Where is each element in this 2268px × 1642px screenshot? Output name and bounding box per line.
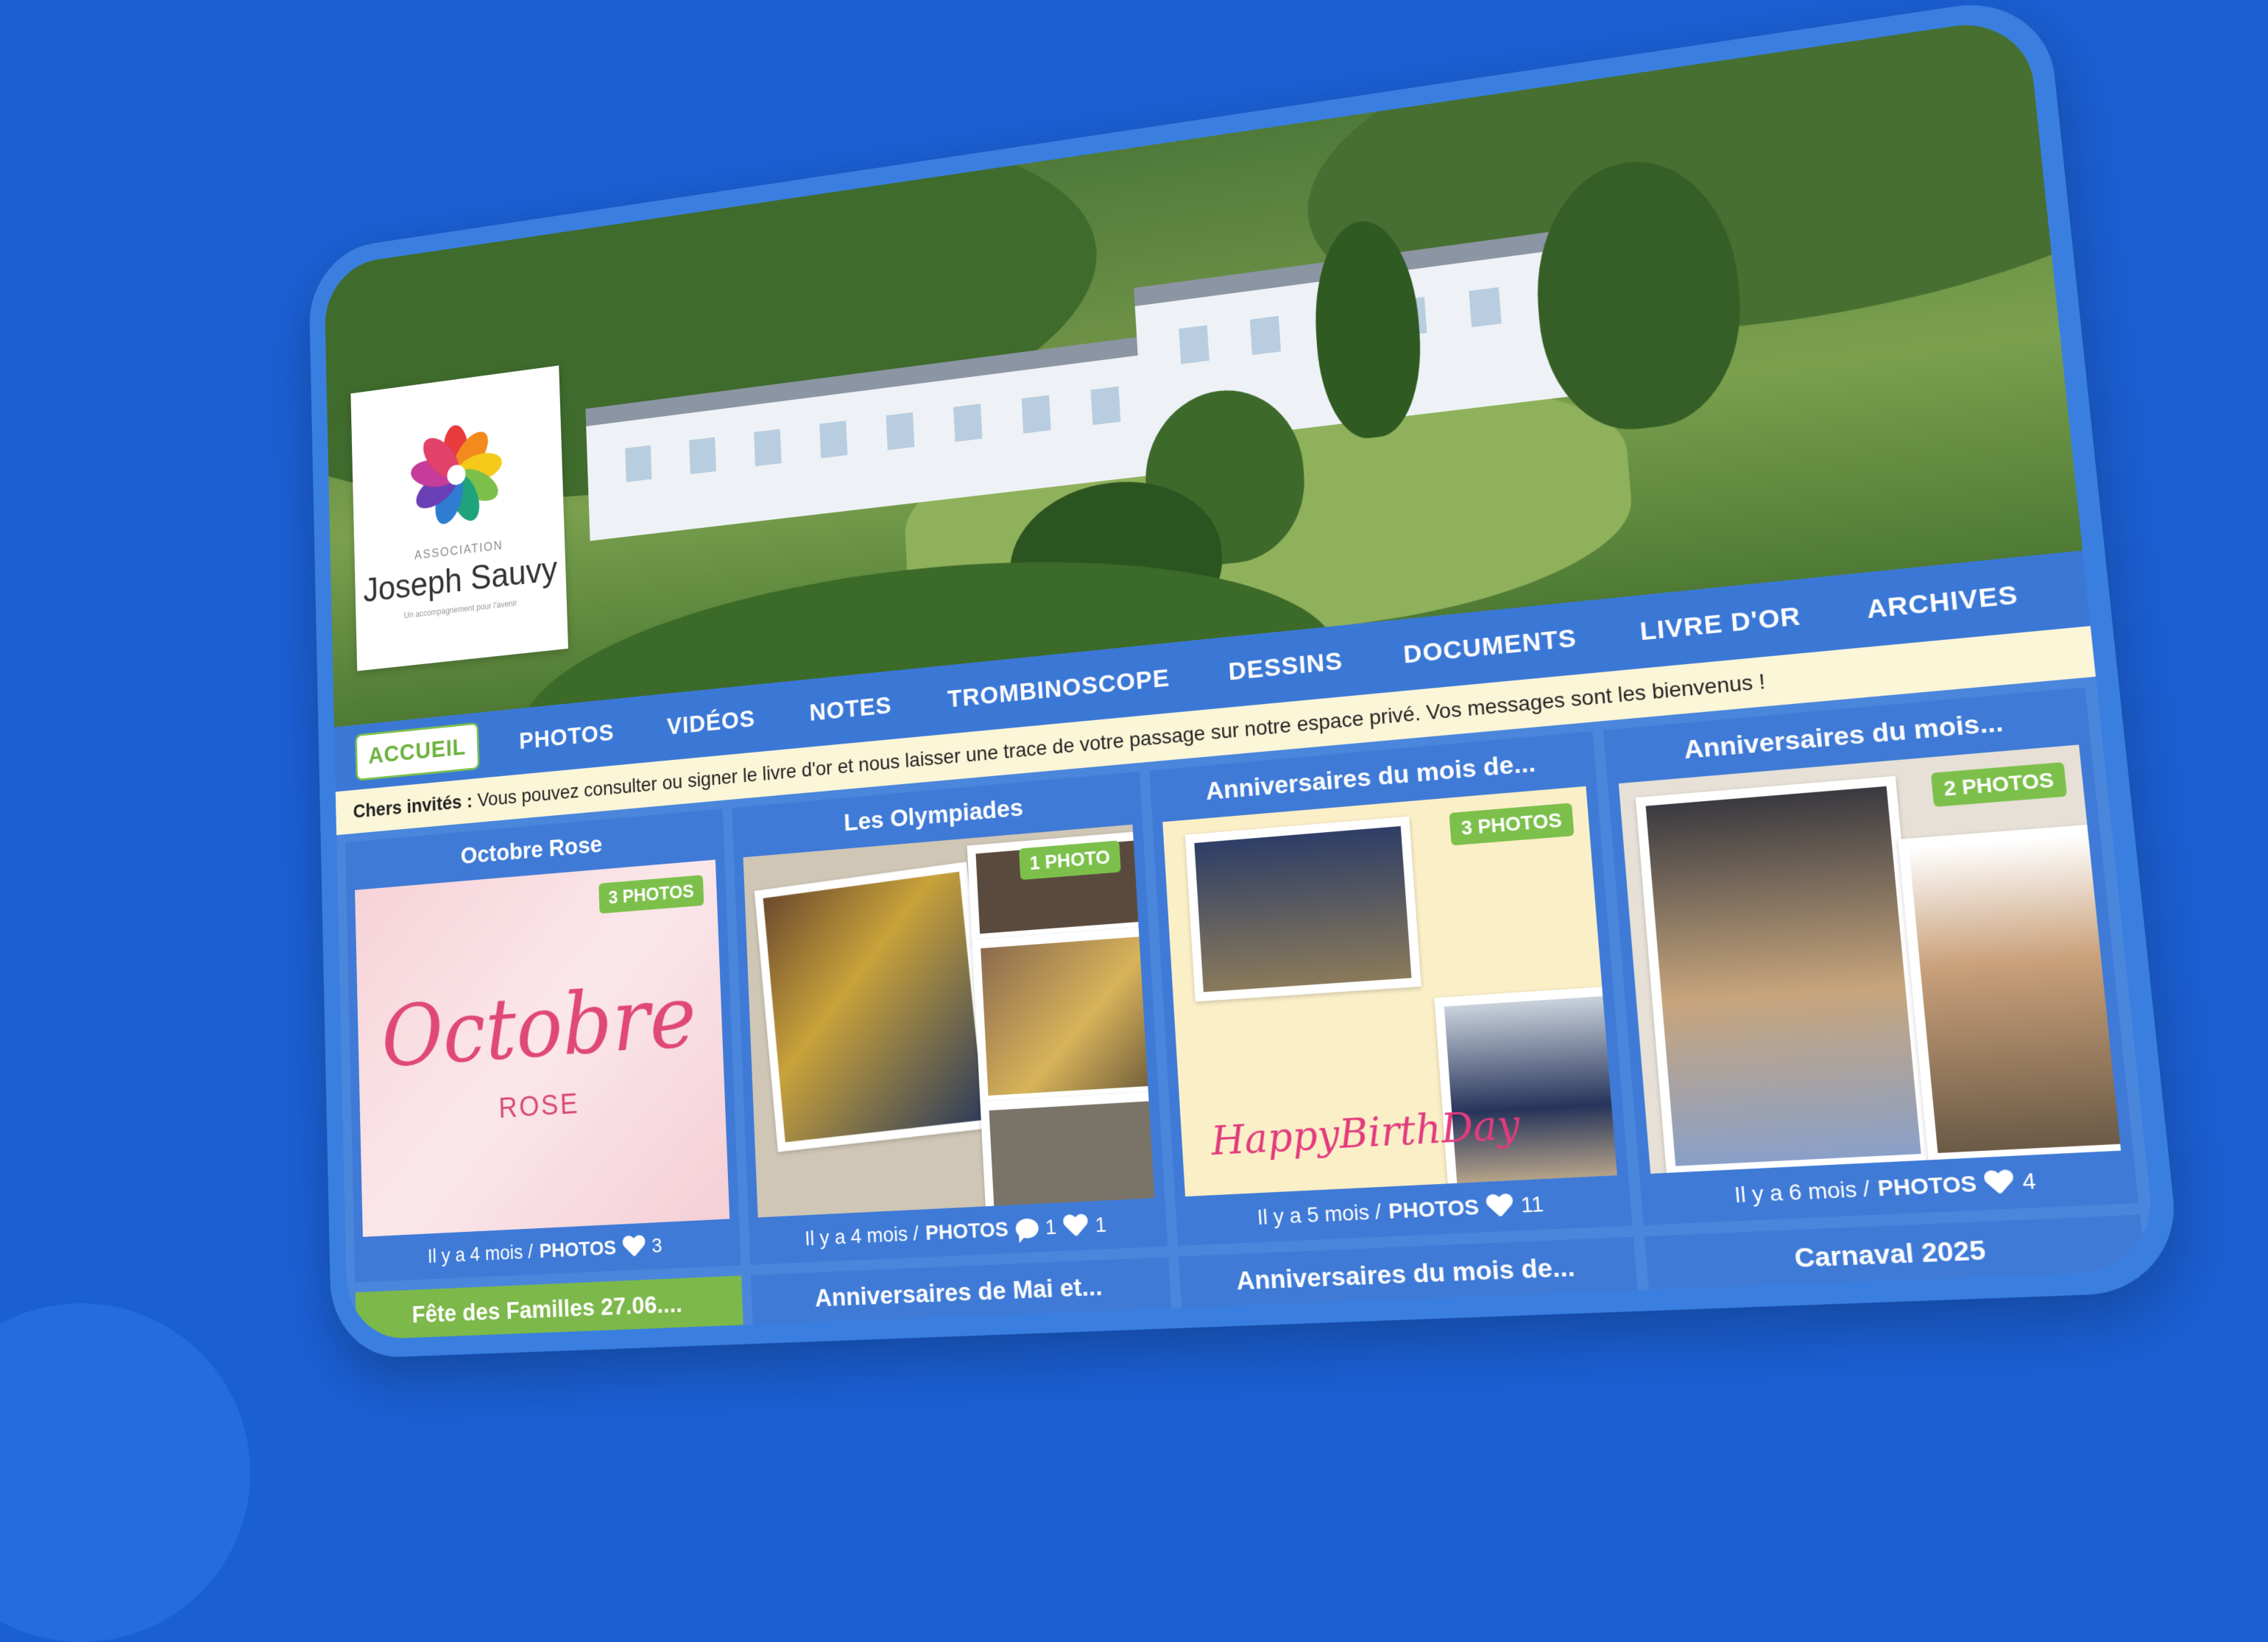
album-title: Fête des Familles 27.06.... [355, 1275, 743, 1341]
thumbnail-script-text: Octobre [380, 966, 699, 1087]
album-title: Carnaval 2025 [1792, 1234, 1988, 1274]
comment-count: 1 [1045, 1215, 1057, 1239]
album-age: Il y a 4 mois / [427, 1240, 534, 1267]
like-count: 1 [1094, 1212, 1107, 1237]
like-count: 3 [651, 1233, 663, 1257]
nav-livre-dor[interactable]: LIVRE D'OR [1624, 591, 1817, 657]
comment-icon[interactable] [1014, 1218, 1039, 1239]
nav-dessins[interactable]: DESSINS [1214, 636, 1357, 697]
nav-videos[interactable]: VIDÉOS [654, 695, 768, 750]
album-thumbnail[interactable]: Octobre ROSE 3 PHOTOS [355, 859, 729, 1237]
album-type: PHOTOS [925, 1217, 1009, 1244]
nav-archives[interactable]: ARCHIVES [1850, 568, 2035, 635]
album-age: Il y a 6 mois / [1733, 1176, 1871, 1208]
album-thumbnail[interactable]: 1 PHOTO [743, 824, 1155, 1218]
album-card[interactable]: Les Olympiades 1 PHOTO Il y a 4 mois / P… [731, 771, 1168, 1265]
notice-label: Chers invités : [353, 789, 473, 822]
nav-accueil[interactable]: ACCUEIL [355, 722, 480, 781]
heart-icon[interactable] [1485, 1194, 1513, 1219]
flower-logo-icon [409, 419, 505, 530]
nav-photos[interactable]: PHOTOS [507, 709, 626, 764]
album-age: Il y a 5 mois / [1256, 1199, 1382, 1230]
album-card[interactable]: Carnaval 2025 [1644, 1214, 2157, 1341]
album-type: PHOTOS [1876, 1171, 1978, 1201]
photo-count-badge: 2 PHOTOS [1930, 761, 2068, 807]
album-card[interactable]: Fête des Familles 27.06.... [355, 1275, 747, 1341]
album-type: PHOTOS [539, 1236, 617, 1262]
nav-notes[interactable]: NOTES [796, 681, 905, 736]
photo-count-badge: 3 PHOTOS [598, 875, 704, 914]
album-type: PHOTOS [1388, 1194, 1480, 1224]
album-thumbnail[interactable]: HappyBirthDay 3 PHOTOS [1162, 786, 1617, 1197]
nav-contact[interactable]: CONTACT [2069, 547, 2158, 614]
website-screen: ASSOCIATION Joseph Sauvy Un accompagneme… [324, 15, 2158, 1341]
nav-documents[interactable]: DOCUMENTS [1388, 613, 1592, 680]
logo-name: Joseph Sauvy [362, 549, 559, 610]
album-card[interactable]: Anniversaires de Mai et... [750, 1257, 1178, 1341]
album-thumbnail[interactable]: 2 PHOTOS [1618, 744, 2122, 1174]
album-title: Anniversaires du mois de... [1235, 1252, 1576, 1296]
heart-icon[interactable] [622, 1236, 645, 1258]
nav-trombinoscope[interactable]: TROMBINOSCOPE [934, 654, 1184, 723]
heart-icon[interactable] [1984, 1170, 2015, 1196]
heart-icon[interactable] [1063, 1214, 1089, 1238]
album-card[interactable]: Octobre Rose Octobre ROSE 3 PHOTOS Il y … [345, 808, 741, 1283]
like-count: 4 [2021, 1168, 2038, 1194]
tablet-frame: ASSOCIATION Joseph Sauvy Un accompagneme… [308, 0, 2183, 1360]
album-age: Il y a 4 mois / [804, 1222, 919, 1250]
photo-count-badge: 3 PHOTOS [1449, 803, 1575, 846]
thumbnail-sub-text: ROSE [498, 1088, 580, 1124]
album-card[interactable]: Anniversaires du mois de... [1179, 1236, 1646, 1341]
album-card[interactable]: Anniversaires du mois de... HappyBirthDa… [1149, 731, 1632, 1247]
site-logo[interactable]: ASSOCIATION Joseph Sauvy Un accompagneme… [350, 365, 568, 672]
album-card[interactable]: Anniversaires du mois... 2 PHOTOS Il y a… [1603, 687, 2139, 1225]
album-title: Anniversaires de Mai et... [814, 1272, 1103, 1313]
like-count: 11 [1519, 1191, 1545, 1217]
